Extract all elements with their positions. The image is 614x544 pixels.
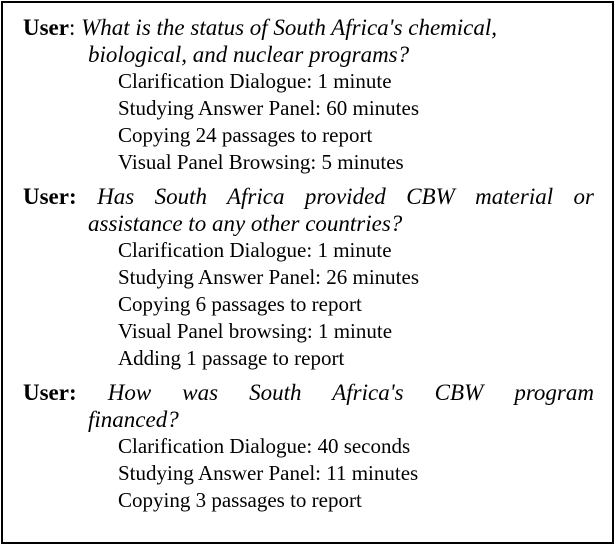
activity-step: Clarification Dialogue: 1 minute	[118, 69, 392, 93]
speaker-separator: :	[68, 15, 76, 40]
speaker-label: User:	[23, 380, 77, 405]
question-2-line-2: assistance to any other countries?	[88, 211, 403, 236]
activity-step: Copying 24 passages to report	[118, 123, 373, 147]
activity-step: Copying 3 passages to report	[118, 488, 362, 512]
activity-step: Copying 6 passages to report	[118, 292, 362, 316]
question-2-line-1: User: Has South Africa provided CBW mate…	[23, 183, 594, 210]
question-1-line-1: User: What is the status of South Africa…	[23, 14, 594, 41]
question-1-line-2: biological, and nuclear programs?	[88, 42, 410, 67]
activity-step: Studying Answer Panel: 11 minutes	[118, 461, 419, 485]
activity-step: Visual Panel browsing: 1 minute	[118, 319, 393, 343]
activity-step: Adding 1 passage to report	[118, 346, 345, 370]
question-3-line-2: financed?	[88, 407, 179, 432]
question-text: What is the status of South Africa's che…	[81, 15, 498, 40]
activity-step: Visual Panel Browsing: 5 minutes	[118, 150, 404, 174]
session-2: User: Has South Africa provided CBW mate…	[23, 183, 594, 372]
speaker-label: User	[23, 15, 69, 40]
question-text: How was South Africa's CBW program	[107, 380, 594, 405]
session-3: User: How was South Africa's CBW program…	[23, 379, 594, 514]
activity-step: Clarification Dialogue: 1 minute	[118, 238, 392, 262]
activity-step: Studying Answer Panel: 60 minutes	[118, 96, 419, 120]
speaker-label: User:	[23, 184, 77, 209]
session-log-box: User: What is the status of South Africa…	[1, 1, 614, 544]
question-text: Has South Africa provided CBW material o…	[97, 184, 595, 209]
question-3-line-1: User: How was South Africa's CBW program	[23, 379, 594, 406]
activity-step: Clarification Dialogue: 40 seconds	[118, 434, 411, 458]
activity-step: Studying Answer Panel: 26 minutes	[118, 265, 419, 289]
session-1: User: What is the status of South Africa…	[23, 14, 594, 176]
